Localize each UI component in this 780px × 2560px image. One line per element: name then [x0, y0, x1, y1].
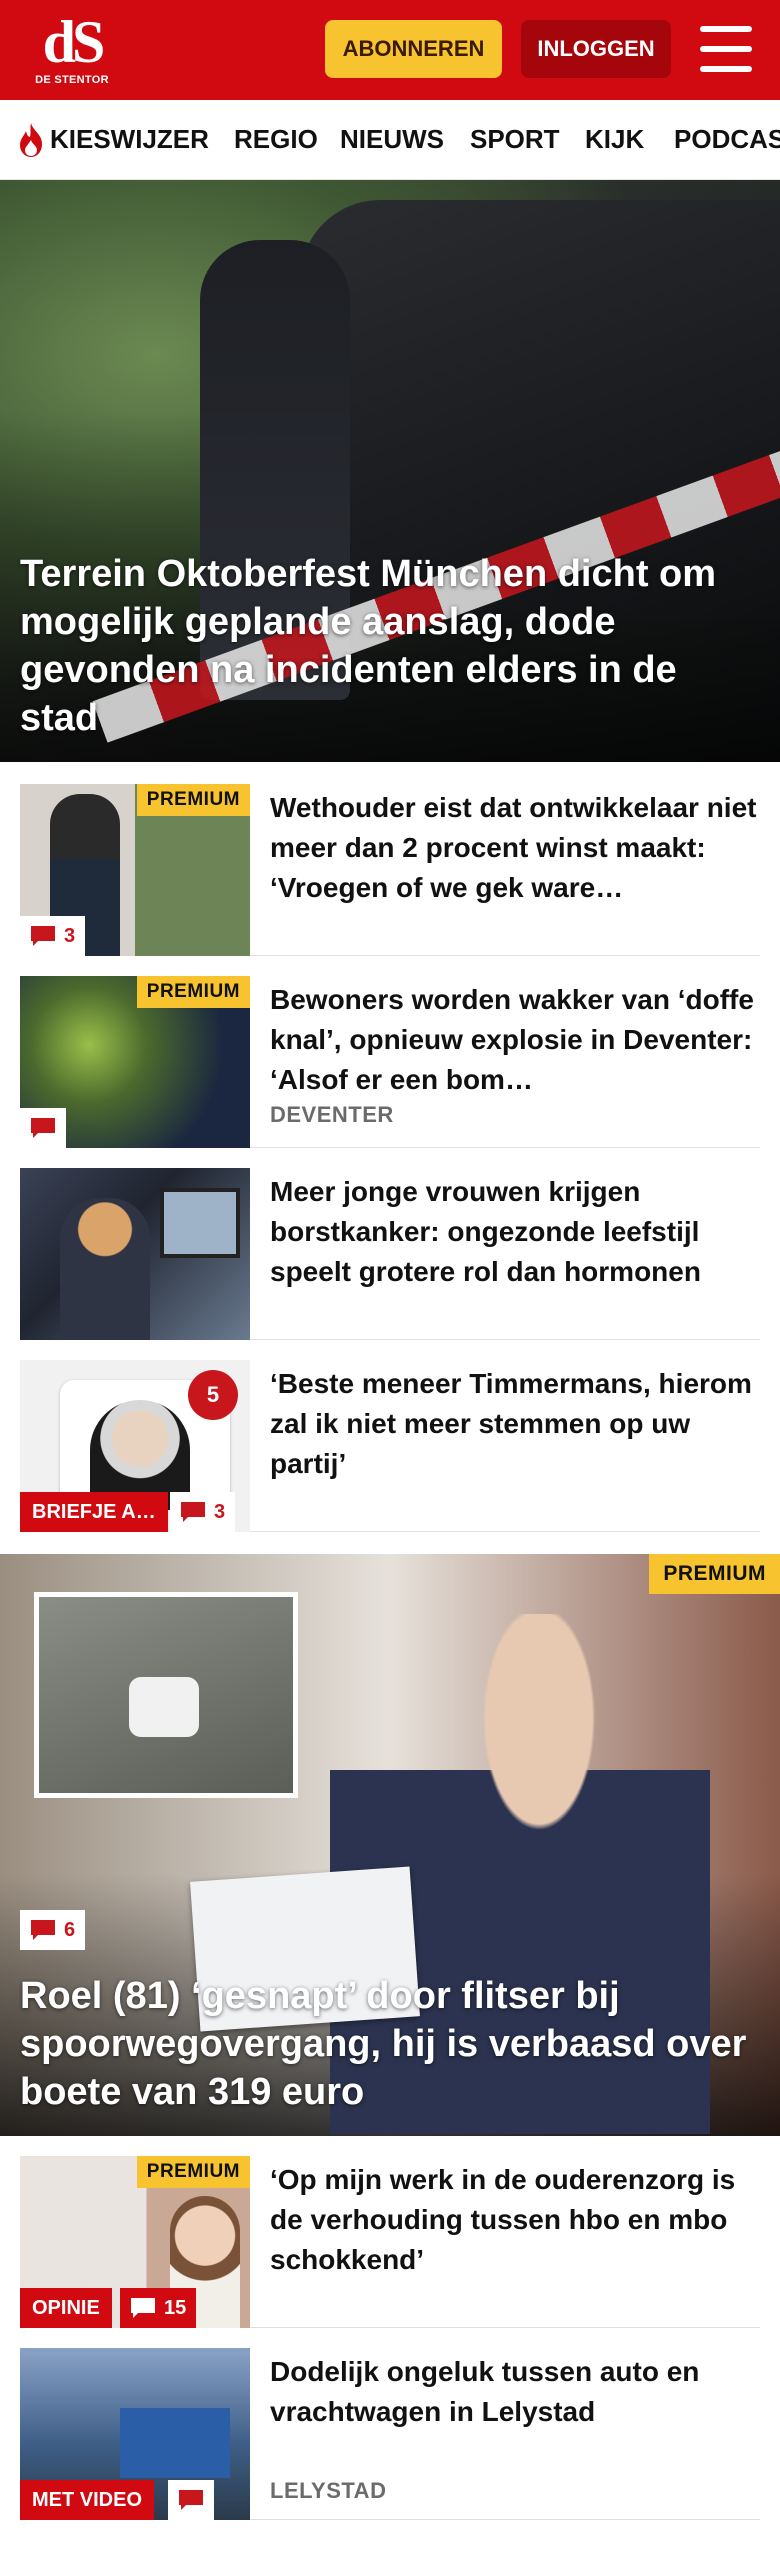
article-thumbnail: PREMIUM	[20, 976, 250, 1148]
comment-icon	[179, 2490, 203, 2510]
section-nav: KIESWIJZER REGIO NIEUWS SPORT KIJK PODCA…	[0, 100, 780, 180]
article-item[interactable]: 5 BRIEFJE A… 3 ‘Beste meneer Timmermans,…	[20, 1360, 760, 1532]
nav-item-nieuws[interactable]: NIEUWS	[340, 124, 444, 155]
comment-count[interactable]	[168, 2480, 214, 2520]
comment-icon	[181, 1502, 205, 1522]
thumb-screen	[160, 1188, 240, 1258]
article-title[interactable]: Meer jonge vrouwen krijgen borstkanker: …	[270, 1172, 760, 1292]
premium-badge: PREMIUM	[136, 976, 250, 1008]
flame-icon	[20, 123, 42, 157]
article-item[interactable]: Meer jonge vrouwen krijgen borstkanker: …	[20, 1168, 760, 1340]
comment-count[interactable]: 3	[170, 1492, 236, 1532]
article-title[interactable]: Wethouder eist dat ontwikkelaar niet mee…	[270, 788, 760, 908]
category-tag[interactable]: MET VIDEO	[20, 2480, 155, 2520]
feature-title[interactable]: Roel (81) ‘gesnapt’ door flitser bij spo…	[20, 1972, 760, 2116]
article-thumbnail: PREMIUM OPINIE 15	[20, 2156, 250, 2328]
site-logo[interactable]: dS DE STENTOR	[28, 12, 116, 90]
article-item[interactable]: PREMIUM 3 Wethouder eist dat ontwikkelaa…	[20, 784, 760, 956]
premium-badge: PREMIUM	[136, 2156, 250, 2188]
article-thumbnail: 5 BRIEFJE A… 3	[20, 1360, 250, 1532]
article-item[interactable]: MET VIDEO Dodelijk ongeluk tussen auto e…	[20, 2348, 760, 2520]
login-button[interactable]: INLOGGEN	[521, 20, 671, 78]
logo-mark: dS	[42, 9, 106, 75]
article-location[interactable]: DEVENTER	[270, 1102, 394, 1128]
article-title[interactable]: Bewoners worden wakker van ‘doffe knal’,…	[270, 980, 760, 1100]
comment-icon	[31, 1118, 55, 1138]
article-item[interactable]: PREMIUM Bewoners worden wakker van ‘doff…	[20, 976, 760, 1148]
nav-item-podcast[interactable]: PODCAST	[674, 124, 780, 155]
article-location[interactable]: LELYSTAD	[270, 2478, 386, 2504]
article-thumbnail: MET VIDEO	[20, 2348, 250, 2520]
comment-count[interactable]	[20, 1108, 66, 1148]
hero-article[interactable]: Terrein Oktoberfest München dicht om mog…	[0, 180, 780, 762]
article-thumbnail: PREMIUM 3	[20, 784, 250, 956]
category-tag[interactable]: BRIEFJE A…	[20, 1492, 168, 1532]
article-title[interactable]: ‘Beste meneer Timmermans, hierom zal ik …	[270, 1364, 760, 1484]
article-thumbnail	[20, 1168, 250, 1340]
comment-count[interactable]: 6	[20, 1910, 86, 1950]
comment-count[interactable]: 15	[120, 2288, 197, 2328]
feature-article[interactable]: PREMIUM 6 Roel (81) ‘gesnapt’ door flits…	[0, 1554, 780, 2136]
thumb-truck	[120, 2408, 230, 2478]
article-title[interactable]: ‘Op mijn werk in de ouderenzorg is de ve…	[270, 2160, 760, 2280]
feature-inset-photo	[34, 1592, 298, 1798]
nav-item-kijk[interactable]: KIJK	[585, 124, 644, 155]
comment-count-value: 3	[64, 924, 76, 947]
comment-count-value: 15	[164, 2296, 187, 2319]
article-title[interactable]: Dodelijk ongeluk tussen auto en vrachtwa…	[270, 2352, 760, 2432]
subscribe-button[interactable]: ABONNEREN	[325, 20, 502, 78]
premium-badge: PREMIUM	[649, 1554, 780, 1594]
top-bar: dS DE STENTOR ABONNEREN INLOGGEN	[0, 0, 780, 100]
hero-title[interactable]: Terrein Oktoberfest München dicht om mog…	[20, 550, 760, 742]
hamburger-menu-icon[interactable]	[700, 26, 752, 72]
comment-icon	[131, 2298, 155, 2318]
category-tag[interactable]: OPINIE	[20, 2288, 112, 2328]
article-item[interactable]: PREMIUM OPINIE 15 ‘Op mijn werk in de ou…	[20, 2156, 760, 2328]
comment-icon	[31, 926, 55, 946]
premium-badge: PREMIUM	[136, 784, 250, 816]
nav-item-sport[interactable]: SPORT	[470, 124, 560, 155]
nav-item-regio[interactable]: REGIO	[234, 124, 318, 155]
comment-count-value: 6	[64, 1918, 76, 1941]
comment-count[interactable]: 3	[20, 916, 86, 956]
logo-subtitle: DE STENTOR	[35, 74, 109, 86]
nav-item-kieswijzer[interactable]: KIESWIJZER	[50, 124, 209, 155]
comment-count-value: 3	[214, 1500, 226, 1523]
thumb-figure	[60, 1198, 150, 1340]
comment-icon	[31, 1920, 55, 1940]
number-badge: 5	[188, 1370, 238, 1420]
